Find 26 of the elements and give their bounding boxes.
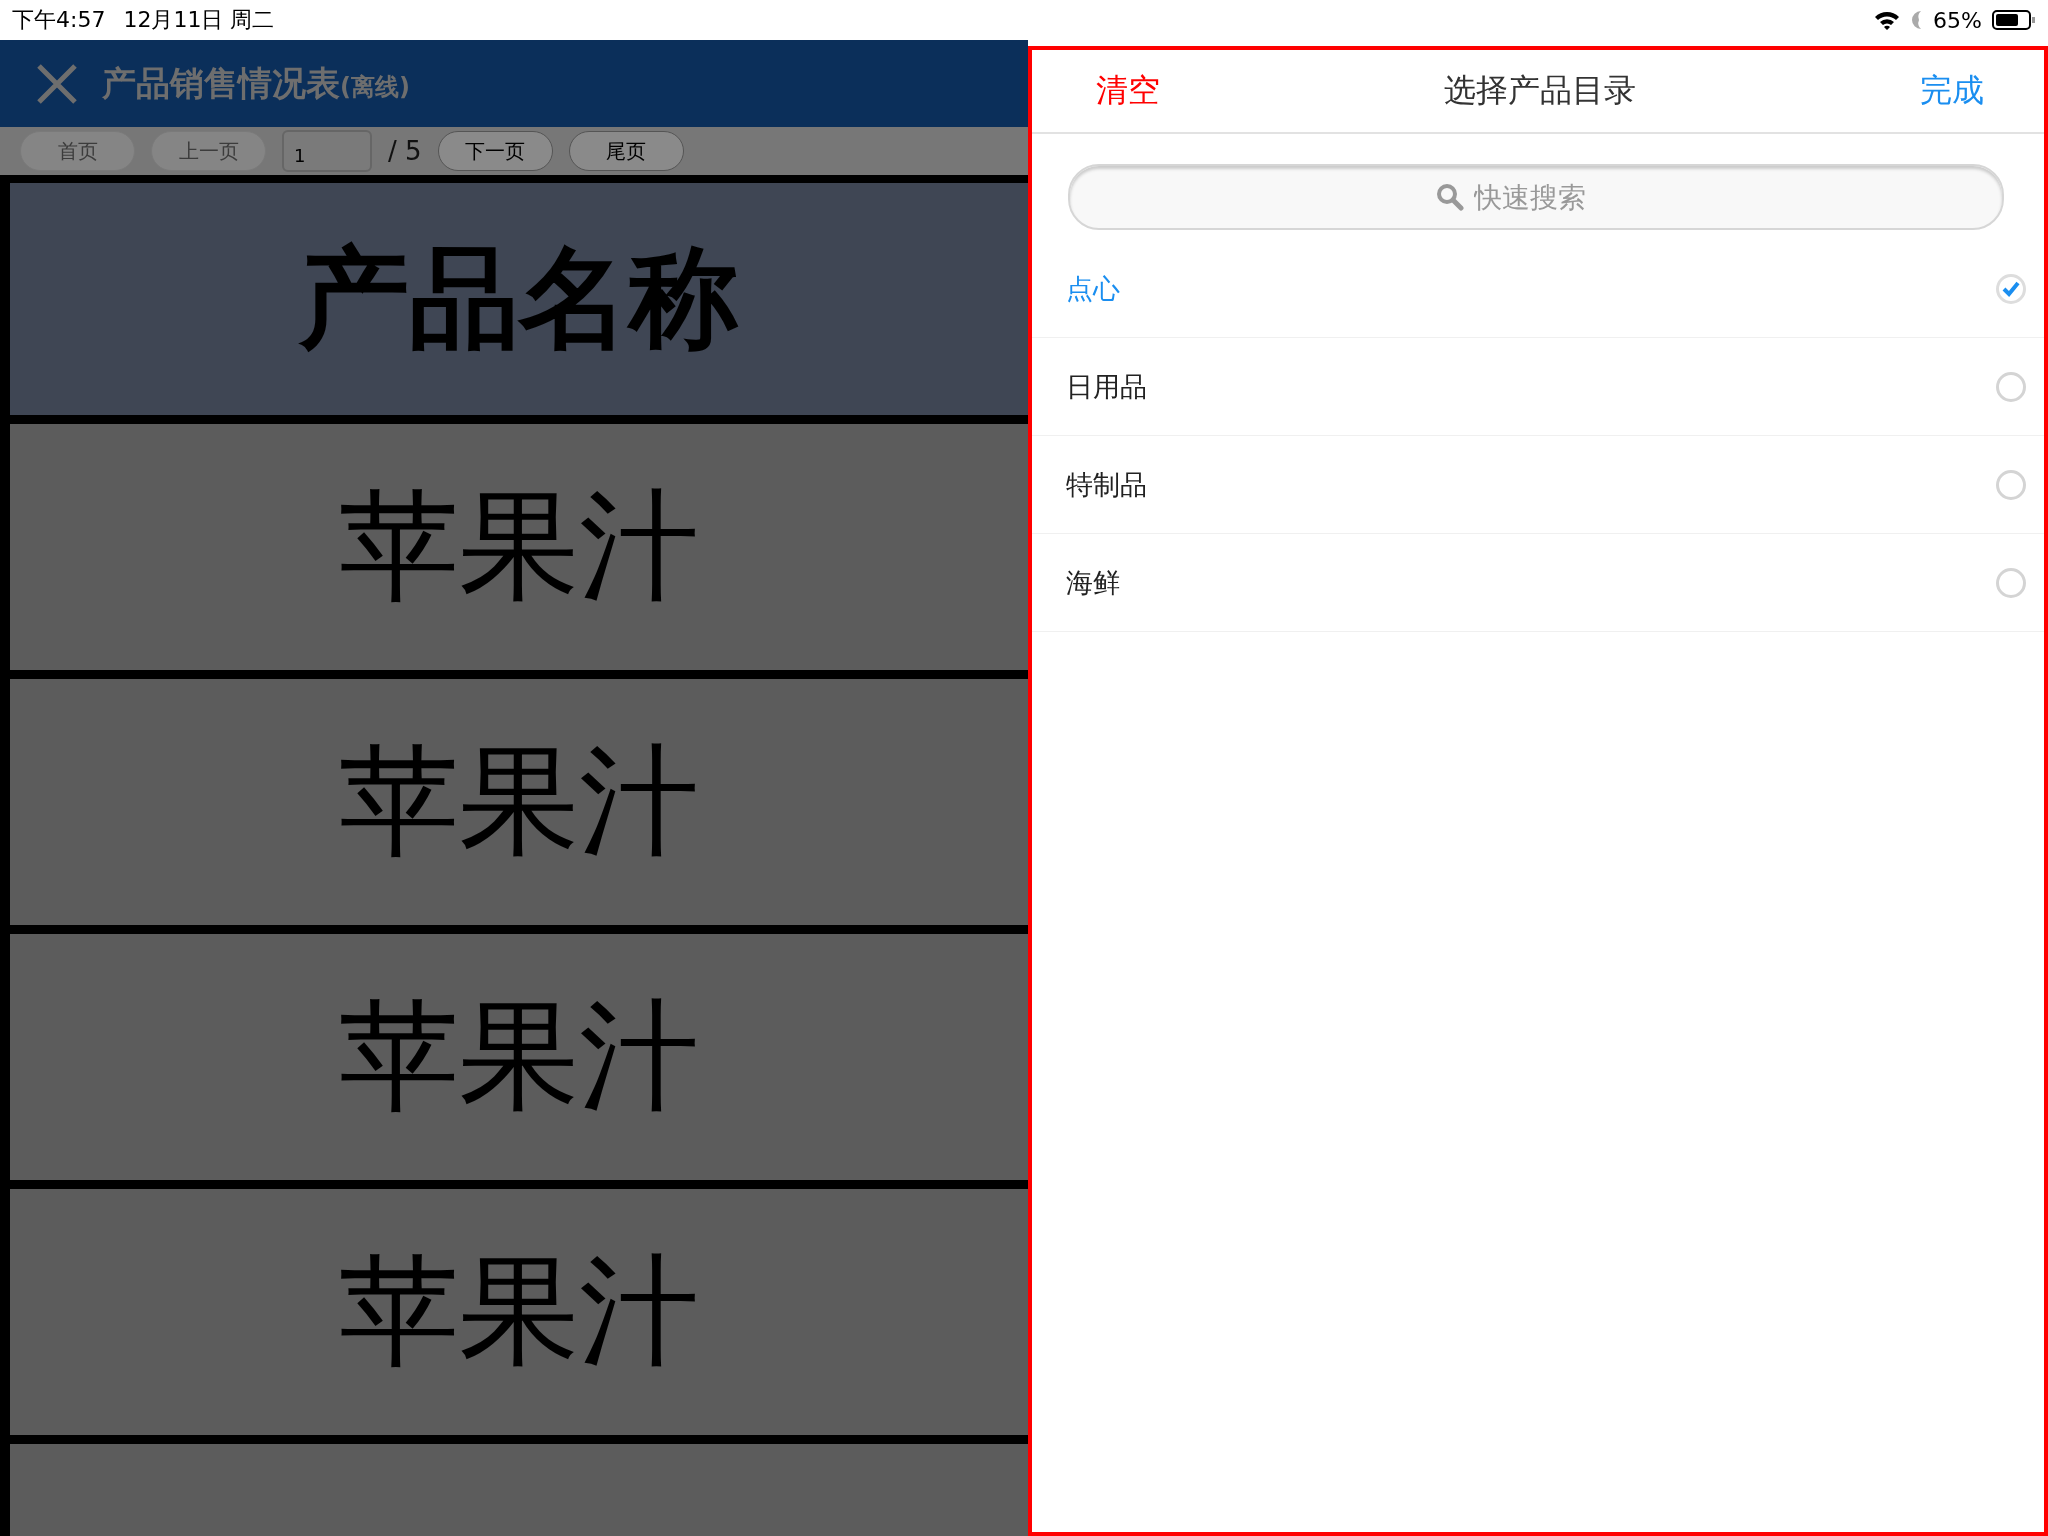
category-item[interactable]: 点心 (1032, 240, 2044, 338)
category-item[interactable]: 特制品 (1032, 436, 2044, 534)
radio-icon[interactable] (1996, 371, 2026, 402)
radio-icon[interactable] (1996, 469, 2026, 500)
table-header-cell: 产品名称 (10, 183, 1028, 424)
search-icon (1436, 183, 1464, 211)
report-title: 产品销售情况表(离线) (102, 61, 410, 105)
status-time: 下午4:57 (12, 6, 106, 34)
page-input[interactable]: 1 (282, 130, 372, 172)
search-field[interactable]: 快速搜索 (1472, 179, 1636, 215)
done-button[interactable]: 完成 (1920, 69, 1984, 113)
battery-icon (1992, 9, 2036, 31)
checked-radio-icon[interactable] (1996, 273, 2026, 304)
battery-percent: 65% (1933, 7, 1982, 33)
picker-title: 选择产品目录 (1444, 70, 1636, 111)
pager-button[interactable]: 下一页 (437, 131, 553, 171)
status-date: 12月11日 周二 (123, 6, 275, 34)
category-item[interactable]: 日用品 (1032, 338, 2044, 436)
close-icon[interactable] (36, 62, 78, 105)
radio-icon[interactable] (1996, 567, 2026, 598)
category-item[interactable]: 海鲜 (1032, 534, 2044, 632)
moon-icon (1911, 11, 1924, 29)
page-total: / 5 (388, 136, 422, 166)
pager-button[interactable]: 尾页 (568, 131, 684, 171)
clear-button[interactable]: 清空 (1096, 69, 1160, 113)
wifi-icon (1873, 9, 1902, 31)
